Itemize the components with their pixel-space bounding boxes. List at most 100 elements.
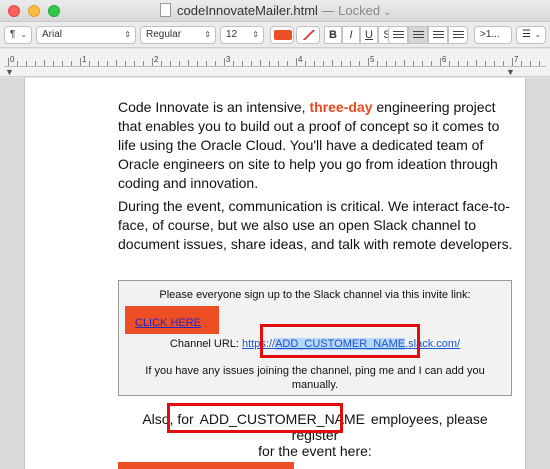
ruler-tick bbox=[89, 61, 90, 66]
ruler-tick bbox=[224, 58, 225, 66]
ruler-tick bbox=[368, 58, 369, 66]
ruler-tick bbox=[26, 61, 27, 66]
align-right-icon bbox=[432, 31, 444, 40]
ruler-tick bbox=[260, 60, 261, 66]
ruler-tick bbox=[476, 60, 477, 66]
ruler-tick bbox=[530, 61, 531, 66]
line-spacing-value: >1... bbox=[480, 29, 500, 40]
ruler-tick bbox=[188, 60, 189, 66]
stepper-arrows-icon: ⇕ bbox=[252, 30, 259, 39]
issues-text-line2: manually. bbox=[291, 379, 339, 391]
ruler-tick bbox=[44, 60, 45, 66]
slack-intro-text: Please everyone sign up to the Slack cha… bbox=[159, 289, 471, 301]
left-margin-marker[interactable]: ▼ bbox=[5, 67, 14, 77]
document-icon bbox=[160, 3, 171, 17]
ruler-tick bbox=[62, 61, 63, 66]
ruler-tick bbox=[323, 61, 324, 66]
ruler-tick bbox=[98, 61, 99, 66]
window-title[interactable]: codeInnovateMailer.html — Locked ⌄ bbox=[160, 3, 391, 18]
text-color-swatch[interactable] bbox=[270, 26, 294, 44]
ruler-tick bbox=[431, 61, 432, 66]
click-here-button[interactable]: CLICK HERE bbox=[125, 306, 219, 334]
ruler-number: 5 bbox=[370, 55, 375, 64]
align-justify-button[interactable] bbox=[448, 26, 468, 44]
italic-button[interactable]: I bbox=[342, 26, 360, 44]
ruler-number: 3 bbox=[226, 55, 231, 64]
right-margin-marker[interactable]: ▼ bbox=[506, 67, 515, 77]
ruler-tick bbox=[53, 61, 54, 66]
ruler-tick bbox=[458, 61, 459, 66]
ruler-tick bbox=[197, 61, 198, 66]
ruler-tick bbox=[539, 61, 540, 66]
ruler-tick bbox=[251, 61, 252, 66]
three-day-highlight: three-day bbox=[309, 99, 373, 115]
ruler[interactable]: 0 1 2 3 4 5 6 7 ▼ ▼ bbox=[0, 49, 550, 77]
zoom-window-button[interactable] bbox=[48, 5, 60, 17]
ruler-tick bbox=[404, 60, 405, 66]
paragraph-style-select[interactable]: ¶ ⌄ bbox=[4, 26, 32, 44]
font-family-select[interactable]: Arial ⇕ bbox=[36, 26, 136, 44]
paragraph-icon: ¶ bbox=[10, 29, 16, 40]
minimize-window-button[interactable] bbox=[28, 5, 40, 17]
channel-url-label: Channel URL: bbox=[169, 338, 243, 350]
chevron-down-icon[interactable]: ⌄ bbox=[383, 7, 391, 18]
ruler-tick bbox=[332, 60, 333, 66]
ruler-tick bbox=[341, 61, 342, 66]
ruler-tick bbox=[8, 58, 9, 66]
ruler-tick bbox=[170, 61, 171, 66]
ruler-tick bbox=[296, 58, 297, 66]
align-right-button[interactable] bbox=[428, 26, 448, 44]
url-placeholder-highlight-box bbox=[260, 324, 420, 358]
ruler-number: 4 bbox=[298, 55, 303, 64]
list-style-select[interactable]: ☰ ⌄ bbox=[516, 26, 546, 44]
close-window-button[interactable] bbox=[8, 5, 20, 17]
communication-paragraph[interactable]: During the event, communication is criti… bbox=[118, 197, 516, 254]
highlight-color-swatch[interactable] bbox=[296, 26, 320, 44]
ruler-tick bbox=[161, 61, 162, 66]
font-size-select[interactable]: 12 ⇕ bbox=[220, 26, 264, 44]
font-style-select[interactable]: Regular ⇕ bbox=[140, 26, 216, 44]
align-center-button[interactable] bbox=[408, 26, 428, 44]
line-spacing-select[interactable]: >1... bbox=[474, 26, 512, 44]
underline-button[interactable]: U bbox=[360, 26, 378, 44]
list-icon: ☰ bbox=[522, 29, 531, 40]
ruler-tick bbox=[359, 61, 360, 66]
lock-status: — Locked bbox=[321, 3, 381, 18]
ruler-tick bbox=[215, 61, 216, 66]
customer-name-highlight-box bbox=[167, 403, 343, 433]
click-here-link[interactable]: CLICK HERE bbox=[135, 317, 201, 329]
stepper-arrows-icon: ⇕ bbox=[124, 30, 131, 39]
ruler-tick bbox=[233, 61, 234, 66]
intro-paragraph[interactable]: Code Innovate is an intensive, three-day… bbox=[118, 98, 516, 193]
ruler-tick bbox=[116, 60, 117, 66]
dropdown-arrow-icon: ⌄ bbox=[20, 30, 27, 39]
ruler-number: 2 bbox=[154, 55, 159, 64]
font-size-value: 12 bbox=[226, 29, 238, 40]
ruler-tick bbox=[395, 61, 396, 66]
align-left-button[interactable] bbox=[388, 26, 408, 44]
ruler-tick bbox=[107, 61, 108, 66]
ruler-number: 7 bbox=[514, 55, 519, 64]
ruler-tick bbox=[521, 61, 522, 66]
ruler-tick bbox=[206, 61, 207, 66]
register-button[interactable] bbox=[118, 462, 294, 469]
ruler-tick bbox=[269, 61, 270, 66]
bold-button[interactable]: B bbox=[324, 26, 342, 44]
ruler-tick bbox=[35, 61, 36, 66]
title-bar: codeInnovateMailer.html — Locked ⌄ bbox=[0, 0, 550, 22]
ruler-tick bbox=[242, 61, 243, 66]
window-title-text: codeInnovateMailer.html bbox=[177, 3, 318, 18]
ruler-tick bbox=[377, 61, 378, 66]
no-color-icon bbox=[300, 30, 318, 40]
ruler-tick bbox=[152, 58, 153, 66]
font-family-value: Arial bbox=[42, 29, 63, 40]
ruler-tick bbox=[80, 58, 81, 66]
ruler-tick bbox=[287, 61, 288, 66]
register-line2: for the event here: bbox=[258, 443, 372, 459]
ruler-tick bbox=[134, 61, 135, 66]
ruler-tick bbox=[125, 61, 126, 66]
intro-text-start: Code Innovate is an intensive, bbox=[118, 99, 310, 115]
ruler-tick bbox=[143, 61, 144, 66]
ruler-tick bbox=[314, 61, 315, 66]
ruler-tick bbox=[179, 61, 180, 66]
